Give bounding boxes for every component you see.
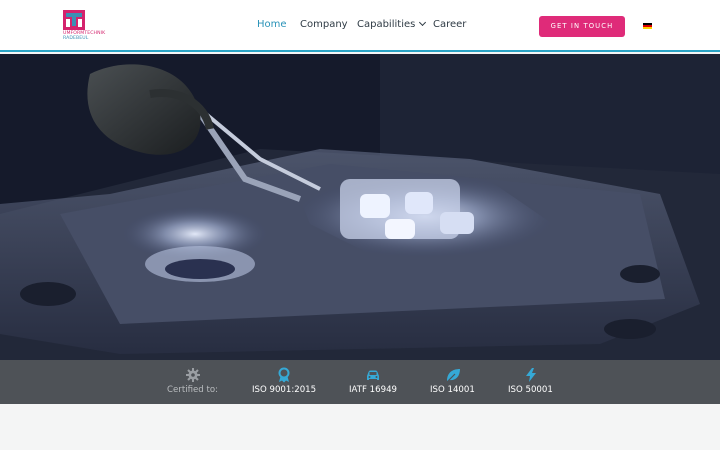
lightning-bolt-icon <box>526 368 536 382</box>
hero-image <box>0 54 720 360</box>
cert-iso-14001-label: ISO 14001 <box>430 385 475 395</box>
award-ribbon-icon <box>278 367 290 383</box>
site-header: UMFORMTECHNIK RADEBEUL Home Company Capa… <box>0 0 720 52</box>
nav-item-company[interactable]: Company <box>300 19 348 30</box>
cert-iatf-16949[interactable]: IATF 16949 <box>346 360 400 404</box>
logo-text-line2: RADEBEUL <box>63 36 89 41</box>
chevron-down-icon <box>419 18 427 27</box>
nav-item-career[interactable]: Career <box>433 19 466 30</box>
cert-iso-50001-label: ISO 50001 <box>508 385 553 395</box>
gear-icon <box>186 368 200 382</box>
content-area <box>0 404 720 450</box>
logo[interactable]: UMFORMTECHNIK RADEBEUL <box>63 10 113 44</box>
nav-item-home[interactable]: Home <box>257 19 287 30</box>
certification-bar: Certified to: ISO 9001:2015 IATF 16949 I… <box>0 360 720 404</box>
hero-photo-forged-metal <box>0 54 720 360</box>
german-flag-icon[interactable] <box>643 23 652 29</box>
nav-item-capabilities[interactable]: Capabilities <box>357 18 427 30</box>
cert-iso-9001[interactable]: ISO 9001:2015 <box>250 360 318 404</box>
cert-iso-50001[interactable]: ISO 50001 <box>506 360 556 404</box>
logo-mark-icon <box>63 10 85 30</box>
cert-iatf-16949-label: IATF 16949 <box>349 385 398 395</box>
get-in-touch-button[interactable]: GET IN TOUCH <box>539 16 625 37</box>
cert-iso-9001-label: ISO 9001:2015 <box>252 385 317 395</box>
logo-text: UMFORMTECHNIK RADEBEUL <box>63 31 105 41</box>
nav-item-capabilities-label: Capabilities <box>357 19 416 30</box>
cert-iso-14001[interactable]: ISO 14001 <box>428 360 478 404</box>
car-icon <box>367 370 379 380</box>
leaf-icon <box>446 369 460 383</box>
certified-intro-label: Certified to: <box>167 385 218 395</box>
certified-intro: Certified to: <box>160 360 226 404</box>
